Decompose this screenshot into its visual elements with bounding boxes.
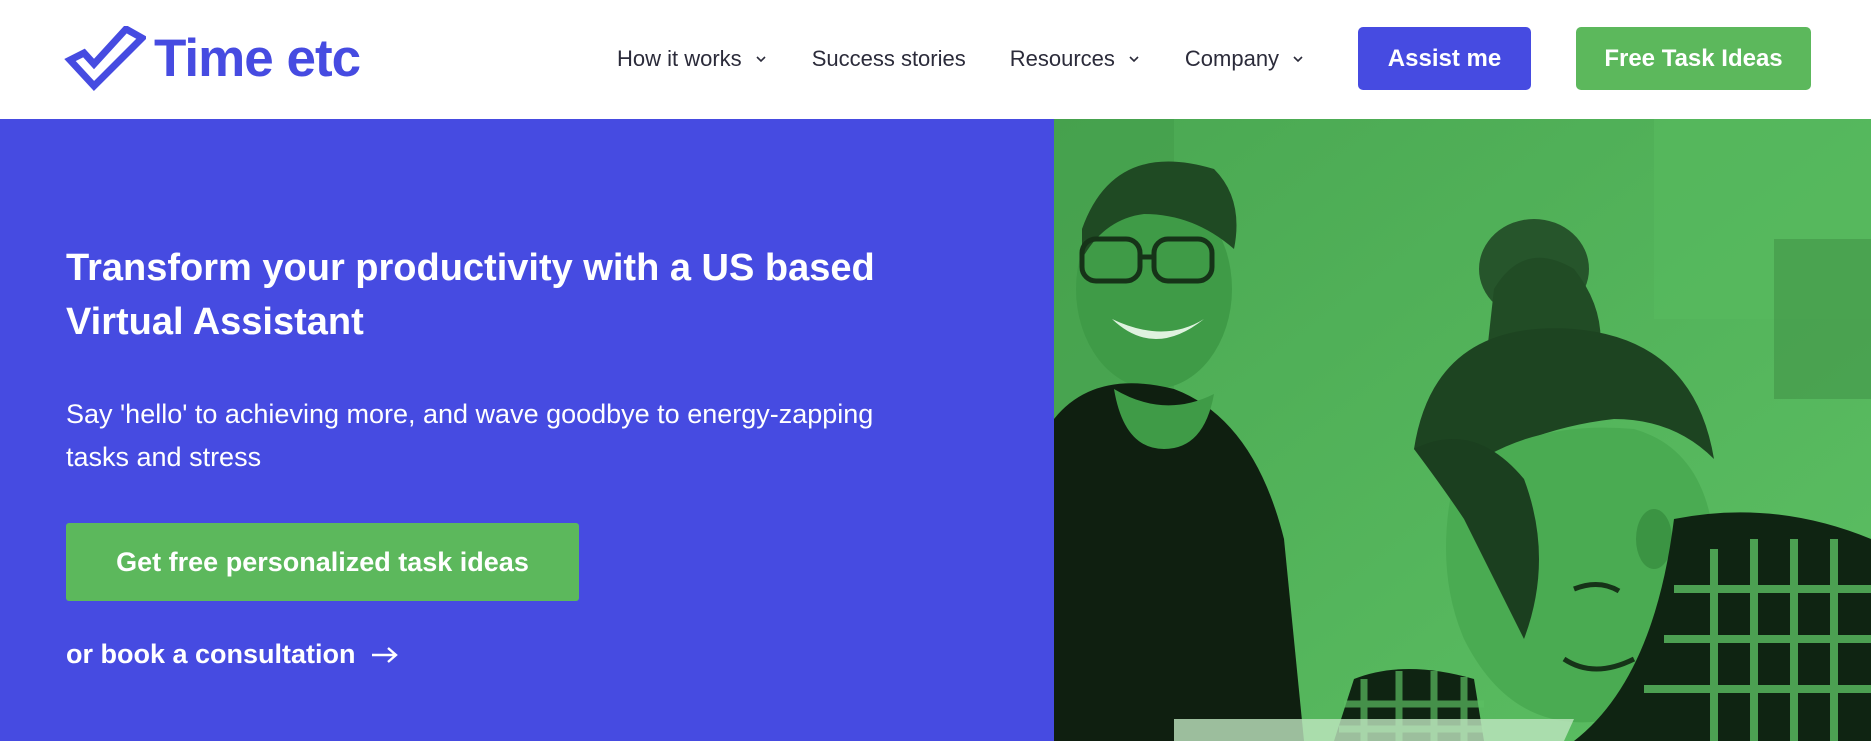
free-task-ideas-button[interactable]: Free Task Ideas <box>1576 27 1811 90</box>
nav-item-label: Resources <box>1009 46 1115 71</box>
nav-item-success-stories[interactable]: Success stories <box>812 46 966 72</box>
brand-logo[interactable]: Time etc <box>64 26 361 92</box>
consult-link-label: or book a consultation <box>66 639 356 669</box>
chevron-down-icon <box>1291 52 1305 66</box>
arrow-right-icon <box>370 645 400 665</box>
get-task-ideas-button[interactable]: Get free personalized task ideas <box>66 523 579 601</box>
people-photo-illustration <box>1054 119 1871 741</box>
chevron-down-icon <box>1127 52 1141 66</box>
brand-name: Time etc <box>154 29 361 88</box>
book-consultation-link[interactable]: or book a consultation <box>66 639 400 670</box>
hero-photo <box>1054 119 1871 741</box>
hero-section: Transform your productivity with a US ba… <box>0 119 1054 741</box>
nav-item-label: Success stories <box>811 46 966 71</box>
nav-item-label: How it works <box>617 46 742 71</box>
assist-me-button[interactable]: Assist me <box>1358 27 1531 90</box>
site-header: Time etc How it works Success stories Re… <box>0 0 1871 119</box>
nav-item-company[interactable]: Company <box>1185 46 1305 72</box>
hero-title: Transform your productivity with a US ba… <box>66 247 875 343</box>
hero-subtitle: Say 'hello' to achieving more, and wave … <box>66 399 874 472</box>
chevron-down-icon <box>754 52 768 66</box>
main-nav: How it works Success stories Resources C… <box>617 38 1349 80</box>
nav-item-label: Company <box>1184 46 1280 71</box>
checkmark-logo-icon <box>64 26 146 92</box>
nav-item-how-it-works[interactable]: How it works <box>617 46 768 72</box>
nav-item-resources[interactable]: Resources <box>1010 46 1141 72</box>
